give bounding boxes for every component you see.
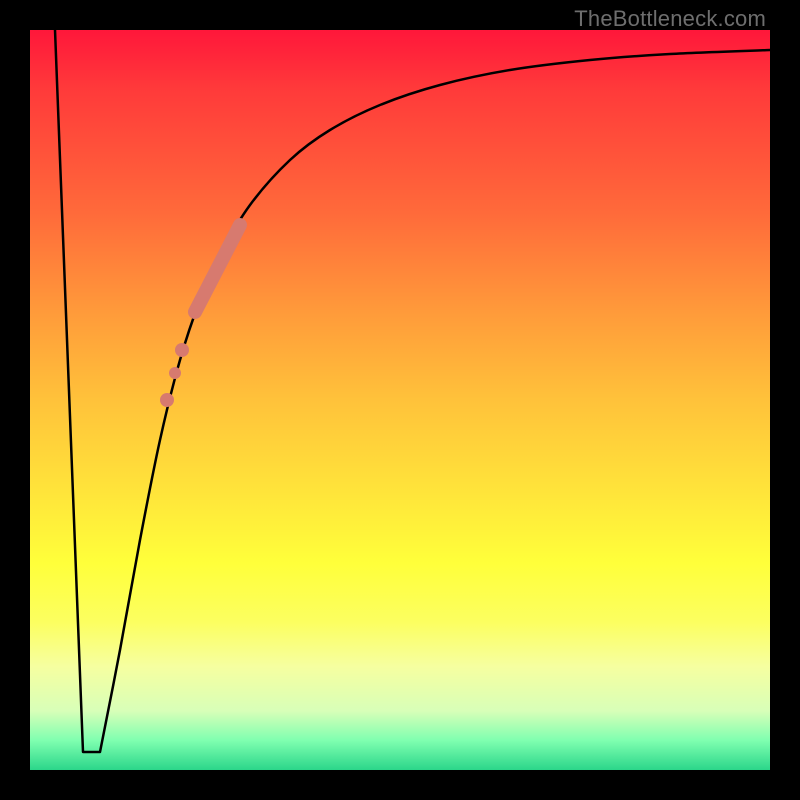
highlight-dot (169, 367, 181, 379)
highlight-segment (195, 225, 240, 312)
chart-svg (30, 30, 770, 770)
curve-group (55, 30, 770, 752)
highlight-dot (175, 343, 189, 357)
watermark-text: TheBottleneck.com (574, 6, 766, 32)
highlight-dot (160, 393, 174, 407)
markers-group (160, 225, 240, 407)
plot-area (30, 30, 770, 770)
chart-container: TheBottleneck.com (0, 0, 800, 800)
bottleneck-curve (55, 30, 770, 752)
